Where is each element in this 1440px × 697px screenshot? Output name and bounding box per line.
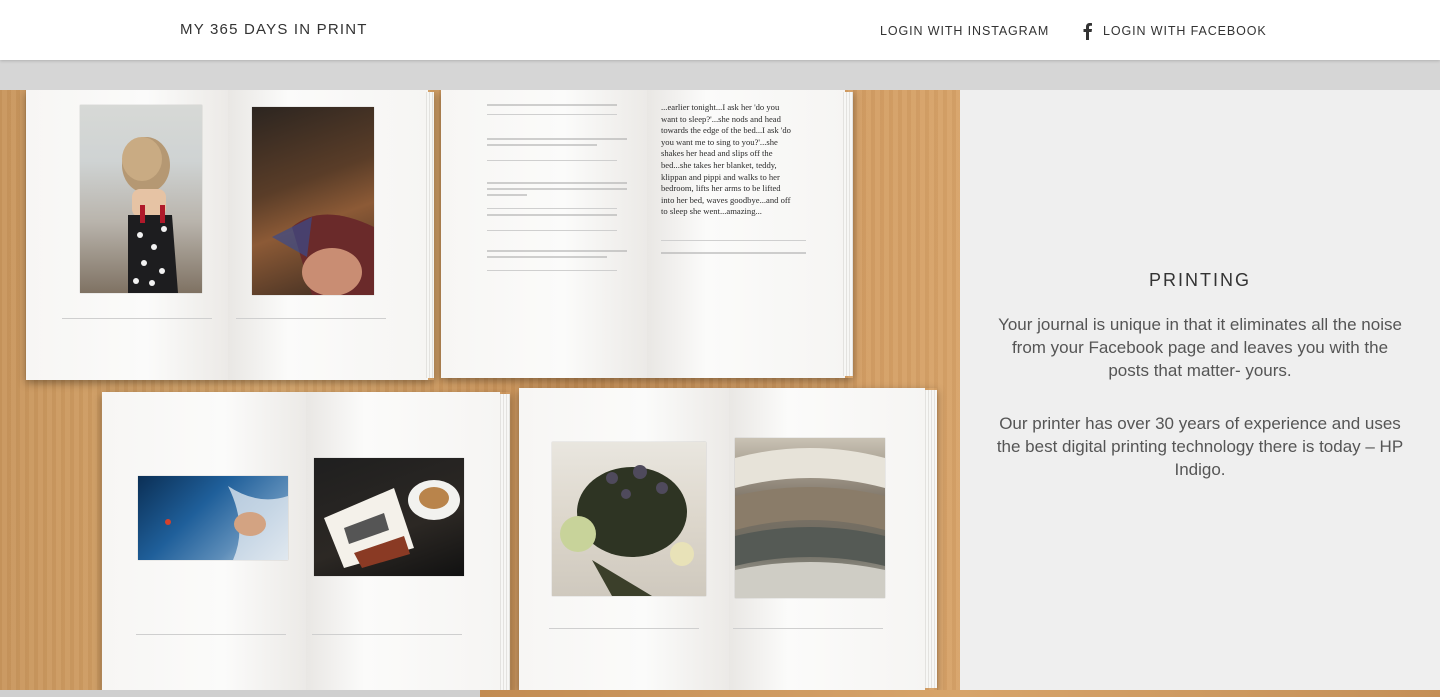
photo-kitesurfer [138, 476, 288, 560]
header-divider-band [0, 60, 1440, 90]
site-brand[interactable]: MY 365 DAYS IN PRINT [180, 21, 368, 38]
book-top-right: ...earlier tonight...I ask her 'do you w… [441, 90, 853, 378]
book-bottom-right [519, 388, 937, 690]
section-paragraph-2: Our printer has over 30 years of experie… [996, 414, 1404, 479]
section-paragraph-1: Your journal is unique in that it elimin… [998, 315, 1402, 380]
facebook-icon [1080, 22, 1094, 40]
book-top-left [26, 90, 434, 380]
photo-dark-portrait [252, 107, 374, 296]
next-section-edge-photo [480, 690, 1440, 697]
login-instagram-link[interactable]: LOGIN WITH INSTAGRAM [880, 24, 1049, 38]
photo-knit-wool [735, 438, 885, 598]
next-section-edge-grey [0, 690, 480, 697]
section-title: PRINTING [1148, 270, 1251, 290]
books-photo: ...earlier tonight...I ask her 'do you w… [0, 90, 960, 690]
login-facebook-link[interactable]: LOGIN WITH FACEBOOK [1080, 22, 1267, 40]
book-bottom-left [102, 392, 510, 690]
journal-page-text: ...earlier tonight...I ask her 'do you w… [661, 102, 791, 217]
printing-info-panel: PRINTING Your journal is unique in that … [960, 90, 1440, 690]
photo-girl-beach [80, 105, 202, 293]
login-facebook-label: LOGIN WITH FACEBOOK [1103, 24, 1267, 38]
top-navbar: MY 365 DAYS IN PRINT LOGIN WITH INSTAGRA… [0, 0, 1440, 60]
photo-flowers [552, 442, 706, 596]
photo-coffee-food [314, 458, 464, 576]
